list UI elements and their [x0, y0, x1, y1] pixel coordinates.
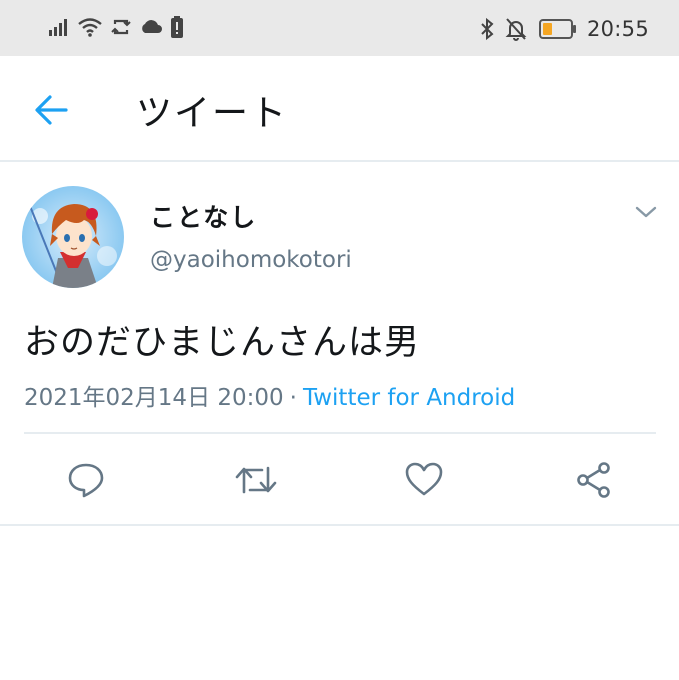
notifications-off-icon [505, 17, 527, 41]
status-bar: 20:55 [0, 0, 679, 56]
sync-icon [110, 16, 132, 42]
display-name[interactable]: ことなし [150, 198, 257, 234]
avatar-image [22, 186, 124, 288]
battery-icon [538, 18, 577, 40]
reply-button[interactable] [66, 460, 106, 500]
tweet-source-link[interactable]: Twitter for Android [303, 385, 515, 411]
tweet-meta: 2021年02月14日 20:00 · Twitter for Android [24, 378, 515, 412]
tweet-menu-button[interactable] [632, 200, 660, 222]
tweet: ことなし @yaoihomokotori おのだひまじんさんは男 2021年02… [0, 164, 679, 526]
retweet-icon [235, 466, 277, 494]
like-button[interactable] [404, 460, 444, 500]
header: ツイート [0, 56, 679, 162]
retweet-button[interactable] [234, 460, 277, 500]
signal-icon [48, 17, 70, 41]
user-handle[interactable]: @yaoihomokotori [150, 247, 352, 273]
bluetooth-icon [479, 17, 495, 41]
back-button[interactable] [30, 92, 70, 128]
share-button[interactable] [574, 460, 614, 500]
status-right-icons: 20:55 [479, 14, 649, 44]
wifi-icon [77, 16, 103, 42]
avatar[interactable] [22, 186, 124, 288]
chevron-down-icon [635, 206, 657, 218]
meta-separator: · [289, 385, 297, 411]
divider [24, 432, 656, 434]
tweet-timestamp[interactable]: 2021年02月14日 20:00 [24, 385, 284, 411]
tweet-text: おのだひまじんさんは男 [24, 323, 421, 363]
share-icon [577, 462, 610, 498]
reply-icon [68, 463, 104, 498]
battery-saver-icon [170, 15, 184, 43]
cloud-icon [139, 18, 163, 40]
status-left-icons [48, 16, 184, 42]
page-title: ツイート [136, 93, 289, 134]
status-time: 20:55 [586, 17, 649, 41]
arrow-left-icon [35, 95, 68, 125]
heart-icon [405, 462, 443, 496]
